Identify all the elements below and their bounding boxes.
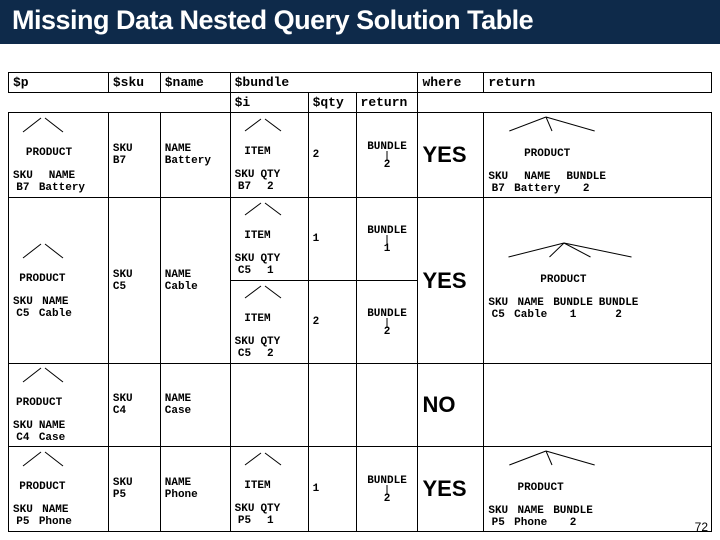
return2-cell: PRODUCT SKUC5 NAMECable BUNDLE1 BUNDLE2 <box>484 198 712 364</box>
name-cell: NAMECable <box>165 269 226 293</box>
return2-cell: PRODUCT SKUB7 NAMEBattery BUNDLE2 <box>484 113 712 198</box>
i-cell: ITEM SKUB7 QTY2 <box>230 113 308 198</box>
ret-cell: BUNDLE 2 <box>356 113 418 198</box>
qty-cell: 1 <box>308 198 356 281</box>
table-row: PRODUCT SKUC5 NAMECable SKUC5NAMECable I… <box>9 198 712 281</box>
qty-cell <box>308 364 356 447</box>
i-cell: ITEM SKUC5 QTY1 <box>230 198 308 281</box>
name-cell: NAMEBattery <box>165 143 226 167</box>
name-cell: NAMEPhone <box>165 477 226 501</box>
hdr-bundle: $bundle <box>230 73 418 93</box>
hdr-where: where <box>418 73 484 93</box>
where-cell: YES <box>418 113 484 198</box>
product-tree: PRODUCT SKUP5 NAMEPhone <box>13 450 104 528</box>
bundle-node: BUNDLE 2 <box>361 306 414 338</box>
hdr-name: $name <box>160 73 230 93</box>
item-tree: ITEM SKUB7 QTY2 <box>235 117 304 193</box>
ret-cell: BUNDLE 2 <box>356 281 418 364</box>
sku-col: SKUC5 <box>108 198 160 364</box>
hdr-sku: $sku <box>108 73 160 93</box>
sku-col: SKUB7 <box>108 113 160 198</box>
ret-cell <box>356 364 418 447</box>
name-cell: NAMECase <box>165 393 226 417</box>
return2-cell: PRODUCT SKUP5 NAMEPhone BUNDLE2 <box>484 447 712 532</box>
product-tree: PRODUCT SKUC4 NAMECase <box>13 366 104 444</box>
product-tree: PRODUCT SKUB7 NAMEBattery <box>13 116 104 194</box>
table-row: PRODUCT SKUB7 NAMEBattery SKUB7 NAMEBatte… <box>9 113 712 198</box>
name-col: NAMECable <box>160 198 230 364</box>
result-product-tree: PRODUCT SKUB7 NAMEBattery BUNDLE2 <box>488 115 707 195</box>
slide-title: Missing Data Nested Query Solution Table <box>0 0 720 44</box>
qty-cell: 2 <box>308 281 356 364</box>
i-cell: ITEM SKUC5 QTY2 <box>230 281 308 364</box>
hdr-return2: return <box>484 73 712 93</box>
ret-cell: BUNDLE 2 <box>356 447 418 532</box>
ret-cell: BUNDLE 1 <box>356 198 418 281</box>
sku-cell: SKUB7 <box>113 143 156 167</box>
return2-cell <box>484 364 712 447</box>
table-row: PRODUCT SKUC4 NAMECase SKUC4 NAMECase NO <box>9 364 712 447</box>
qty-cell: 1 <box>308 447 356 532</box>
solution-table: $p $sku $name $bundle where return $i $q… <box>8 72 712 532</box>
sku-cell: SKUP5 <box>113 477 156 501</box>
item-tree: ITEM SKUC5 QTY2 <box>235 284 304 360</box>
hdr-i: $i <box>230 93 308 113</box>
hdr-qty: $qty <box>308 93 356 113</box>
where-cell: NO <box>418 364 484 447</box>
p-cell: PRODUCT SKUP5 NAMEPhone <box>9 447 109 532</box>
item-tree: ITEM SKUC5 QTY1 <box>235 201 304 277</box>
where-cell: YES <box>418 198 484 364</box>
bundle-node: BUNDLE 2 <box>361 139 414 171</box>
where-cell: YES <box>418 447 484 532</box>
item-tree: ITEM SKUP5 QTY1 <box>235 451 304 527</box>
result-product-tree: PRODUCT SKUC5 NAMECable BUNDLE1 BUNDLE2 <box>488 241 707 321</box>
name-col: NAMEPhone <box>160 447 230 532</box>
hdr-p: $p <box>9 73 109 93</box>
bundle-node: BUNDLE 1 <box>361 223 414 255</box>
qty-cell: 2 <box>308 113 356 198</box>
sku-cell: SKUC5 <box>113 269 156 293</box>
hdr-return1: return <box>356 93 418 113</box>
i-cell: ITEM SKUP5 QTY1 <box>230 447 308 532</box>
table-row: PRODUCT SKUP5 NAMEPhone SKUP5 NAMEPhone I… <box>9 447 712 532</box>
result-product-tree: PRODUCT SKUP5 NAMEPhone BUNDLE2 <box>488 449 707 529</box>
sku-col: SKUP5 <box>108 447 160 532</box>
name-col: NAMECase <box>160 364 230 447</box>
p-cell: PRODUCT SKUB7 NAMEBattery <box>9 113 109 198</box>
header-row-1: $p $sku $name $bundle where return <box>9 73 712 93</box>
page-number: 72 <box>695 520 708 534</box>
header-row-2: $i $qty return <box>9 93 712 113</box>
p-cell: PRODUCT SKUC5 NAMECable <box>9 198 109 364</box>
sku-cell: SKUC4 <box>113 393 156 417</box>
product-tree: PRODUCT SKUC5 NAMECable <box>13 242 104 320</box>
bundle-node: BUNDLE 2 <box>361 473 414 505</box>
p-cell: PRODUCT SKUC4 NAMECase <box>9 364 109 447</box>
name-col: NAMEBattery <box>160 113 230 198</box>
i-cell <box>230 364 308 447</box>
sku-col: SKUC4 <box>108 364 160 447</box>
